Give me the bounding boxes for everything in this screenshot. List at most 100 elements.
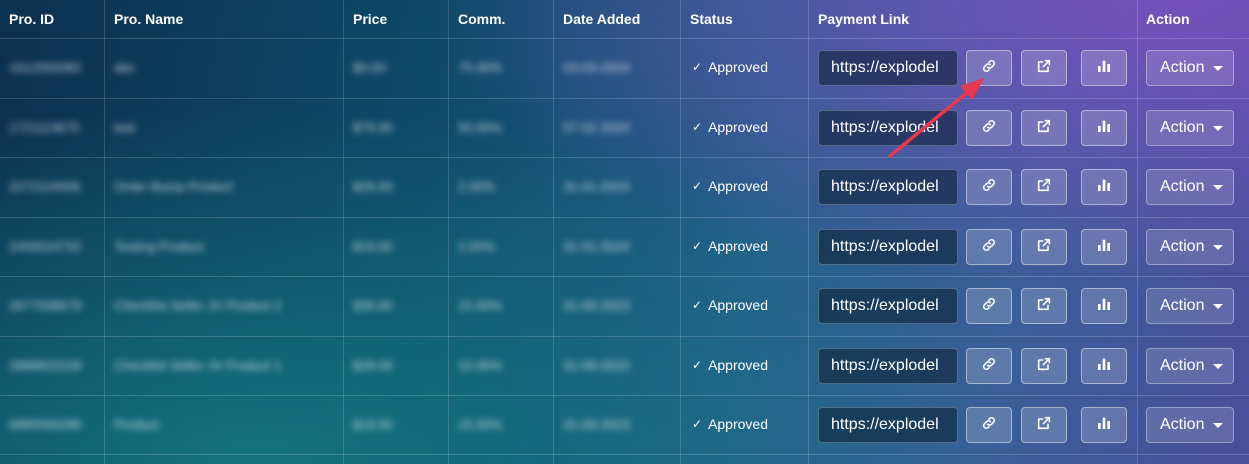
stats-button[interactable] <box>1081 229 1127 265</box>
cell-price: $29.00 <box>353 358 393 373</box>
caret-down-icon <box>1213 185 1223 190</box>
action-dropdown-button[interactable]: Action <box>1146 110 1234 146</box>
row-divider <box>0 98 1249 99</box>
cell-price: $29.00 <box>353 179 393 194</box>
copy-link-button[interactable] <box>966 348 1012 384</box>
action-dropdown-button[interactable]: Action <box>1146 50 1234 86</box>
cell-date-added: 31-09-2023 <box>563 298 630 313</box>
payment-link-field[interactable]: https://explodel <box>818 407 958 443</box>
stats-button[interactable] <box>1081 407 1127 443</box>
action-dropdown-button[interactable]: Action <box>1146 407 1234 443</box>
cell-date-added: 31-01-2024 <box>563 179 630 194</box>
status-badge: ✓ Approved <box>692 178 768 194</box>
check-icon: ✓ <box>692 239 703 253</box>
external-link-icon <box>1036 237 1052 258</box>
stats-button[interactable] <box>1081 50 1127 86</box>
copy-link-button[interactable] <box>966 169 1012 205</box>
action-label: Action <box>1160 297 1205 314</box>
check-icon: ✓ <box>692 417 703 431</box>
payment-link-field[interactable]: https://explodel <box>818 288 958 324</box>
status-badge: ✓ Approved <box>692 297 768 313</box>
bar-chart-icon <box>1096 237 1112 258</box>
status-label: Approved <box>708 59 768 75</box>
external-link-icon <box>1036 356 1052 377</box>
cell-pro-id: 2272115006 <box>9 179 81 194</box>
cell-pro-id: 1721113675 <box>9 120 80 135</box>
action-label: Action <box>1160 357 1205 374</box>
cell-pro-name: Checklist Seller JV Product 2 <box>114 298 282 313</box>
external-link-icon <box>1036 415 1052 436</box>
check-icon: ✓ <box>692 298 703 312</box>
action-dropdown-button[interactable]: Action <box>1146 288 1234 324</box>
check-icon: ✓ <box>692 120 703 134</box>
caret-down-icon <box>1213 245 1223 250</box>
copy-link-button[interactable] <box>966 50 1012 86</box>
payment-link-field[interactable]: https://explodel <box>818 348 958 384</box>
open-link-button[interactable] <box>1021 407 1067 443</box>
column-divider <box>680 0 681 464</box>
check-icon: ✓ <box>692 179 703 193</box>
cell-comm: 2.00% <box>458 179 495 194</box>
payment-link-field[interactable]: https://explodel <box>818 50 958 86</box>
action-label: Action <box>1160 59 1205 76</box>
status-label: Approved <box>708 178 768 194</box>
cell-pro-name: Checklist Seller JV Product 1 <box>114 358 282 373</box>
action-dropdown-button[interactable]: Action <box>1146 169 1234 205</box>
column-divider <box>343 0 344 464</box>
action-label: Action <box>1160 416 1205 433</box>
open-link-button[interactable] <box>1021 50 1067 86</box>
open-link-button[interactable] <box>1021 110 1067 146</box>
copy-link-button[interactable] <box>966 407 1012 443</box>
cell-price: $19.00 <box>353 239 393 254</box>
status-label: Approved <box>708 238 768 254</box>
link-icon <box>981 356 997 377</box>
bar-chart-icon <box>1096 58 1112 79</box>
row-divider <box>0 395 1249 396</box>
header-pro-id: Pro. ID <box>9 11 55 27</box>
open-link-button[interactable] <box>1021 348 1067 384</box>
bar-chart-icon <box>1096 415 1112 436</box>
row-divider <box>0 276 1249 277</box>
cell-comm: 15.00% <box>458 358 503 373</box>
cell-date-added: 31-09-2023 <box>563 358 630 373</box>
open-link-button[interactable] <box>1021 169 1067 205</box>
cell-price: $79.00 <box>353 120 393 135</box>
action-dropdown-button[interactable]: Action <box>1146 229 1234 265</box>
header-date-added: Date Added <box>563 11 641 27</box>
cell-pro-id: 6885566286 <box>9 417 82 432</box>
stats-button[interactable] <box>1081 169 1127 205</box>
copy-link-button[interactable] <box>966 288 1012 324</box>
cell-price: $0.00 <box>353 60 386 75</box>
stats-button[interactable] <box>1081 348 1127 384</box>
cell-comm: 75.00% <box>458 60 503 75</box>
status-label: Approved <box>708 416 768 432</box>
cell-date-added: 03-03-2024 <box>563 60 630 75</box>
payment-link-field[interactable]: https://explodel <box>818 110 958 146</box>
status-badge: ✓ Approved <box>692 59 768 75</box>
action-dropdown-button[interactable]: Action <box>1146 348 1234 384</box>
copy-link-button[interactable] <box>966 110 1012 146</box>
action-label: Action <box>1160 178 1205 195</box>
payment-link-field[interactable]: https://explodel <box>818 169 958 205</box>
cell-pro-name: Order Bump Product <box>114 179 234 194</box>
check-icon: ✓ <box>692 358 703 372</box>
copy-link-button[interactable] <box>966 229 1012 265</box>
link-icon <box>981 415 997 436</box>
column-divider <box>1137 0 1138 464</box>
cell-pro-name: test <box>114 120 135 135</box>
column-divider <box>448 0 449 464</box>
stats-button[interactable] <box>1081 288 1127 324</box>
cell-pro-id: 2677508679 <box>9 298 82 313</box>
caret-down-icon <box>1213 364 1223 369</box>
external-link-icon <box>1036 118 1052 139</box>
stats-button[interactable] <box>1081 110 1127 146</box>
row-divider <box>0 336 1249 337</box>
cell-pro-id: 2888822228 <box>9 358 82 373</box>
open-link-button[interactable] <box>1021 229 1067 265</box>
column-divider <box>553 0 554 464</box>
external-link-icon <box>1036 296 1052 317</box>
row-divider <box>0 38 1249 39</box>
payment-link-field[interactable]: https://explodel <box>818 229 958 265</box>
cell-pro-name: Product <box>114 417 159 432</box>
open-link-button[interactable] <box>1021 288 1067 324</box>
